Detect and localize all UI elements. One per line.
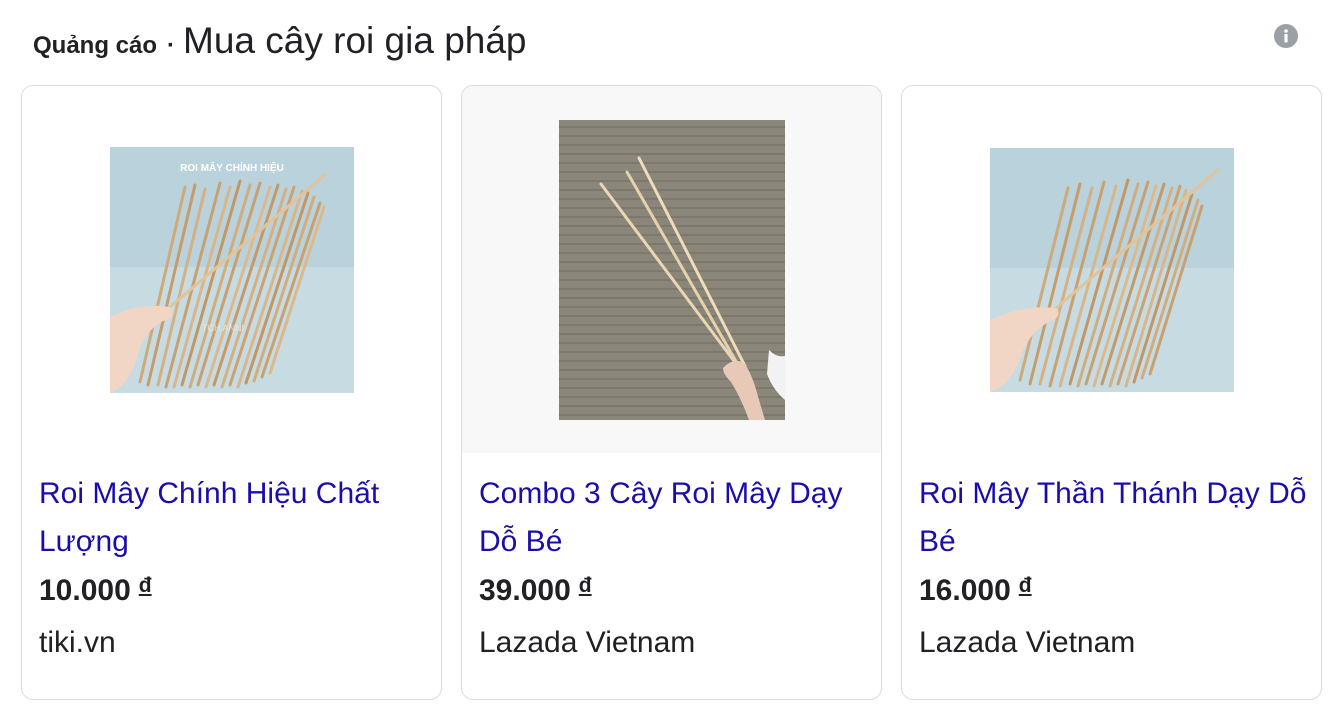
price-value: 39.000 [479, 574, 571, 607]
currency-symbol: đ [578, 574, 592, 597]
currency-symbol: đ [1018, 574, 1032, 597]
product-image-area[interactable]: ROI MÂY CHÍNH HIỆU TCH ANNI [22, 86, 441, 453]
product-title-link[interactable]: Roi Mây Thần Thánh Dạy Dỗ Bé [919, 470, 1309, 566]
product-image[interactable]: ROI MÂY CHÍNH HIỆU TCH ANNI [109, 146, 354, 393]
product-image[interactable] [558, 119, 785, 420]
price-value: 10.000 [39, 574, 131, 607]
product-image[interactable] [989, 147, 1234, 392]
product-card[interactable]: Combo 3 Cây Roi Mây Dạy Dỗ Bé 39.000 đ L… [461, 85, 882, 700]
product-image-area[interactable] [462, 86, 881, 453]
product-image-area[interactable] [902, 86, 1321, 453]
product-card[interactable]: ROI MÂY CHÍNH HIỆU TCH ANNI Roi Mây Chín… [21, 85, 442, 700]
price-value: 16.000 [919, 574, 1011, 607]
ad-label: Quảng cáo [33, 32, 158, 59]
image-watermark: TCH ANNI [202, 323, 244, 333]
merchant-name: Lazada Vietnam [919, 626, 1136, 659]
product-title-link[interactable]: Combo 3 Cây Roi Mây Dạy Dỗ Bé [479, 470, 869, 566]
merchant-name: tiki.vn [39, 626, 116, 659]
currency-symbol: đ [138, 574, 152, 597]
product-price: 10.000 đ [39, 574, 152, 608]
product-price: 16.000 đ [919, 574, 1032, 608]
product-title-link[interactable]: Roi Mây Chính Hiệu Chất Lượng [39, 470, 429, 566]
product-card[interactable]: Roi Mây Thần Thánh Dạy Dỗ Bé 16.000 đ La… [901, 85, 1322, 700]
separator: · [167, 32, 176, 59]
ads-header: Quảng cáo · Mua cây roi gia pháp [33, 20, 527, 66]
image-caption: ROI MÂY CHÍNH HIỆU [180, 161, 284, 174]
product-price: 39.000 đ [479, 574, 592, 608]
page-title: Mua cây roi gia pháp [183, 20, 527, 61]
merchant-name: Lazada Vietnam [479, 626, 696, 659]
info-icon[interactable] [1274, 24, 1298, 48]
